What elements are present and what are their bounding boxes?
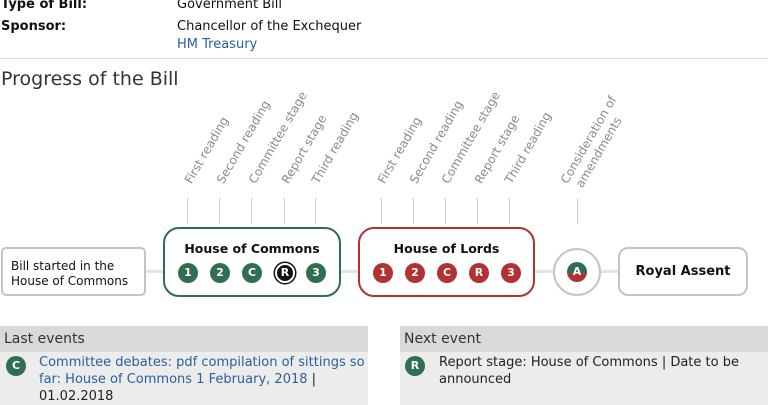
- type-of-bill-label: Type of Bill:: [1, 0, 88, 12]
- house-of-commons-title: House of Commons: [184, 241, 320, 256]
- tick: [509, 198, 510, 224]
- sponsor-label: Sponsor:: [1, 19, 67, 34]
- bill-started-box: Bill started in the House of Commons: [1, 247, 146, 296]
- consideration-of-amendments-box: A: [553, 248, 601, 296]
- next-event-panel: R Report stage: House of Commons | Date …: [400, 352, 768, 405]
- connector: [146, 270, 164, 273]
- tick: [251, 198, 252, 224]
- tick: [445, 198, 446, 224]
- tick: [413, 198, 414, 224]
- tick: [315, 198, 316, 224]
- commons-third-reading-stage[interactable]: 3: [306, 263, 326, 283]
- last-event-separator: |: [311, 372, 317, 387]
- house-of-lords-box: House of Lords 1 2 C R 3: [358, 227, 535, 297]
- lords-committee-stage-heading: Committee stage: [438, 89, 503, 186]
- connector: [341, 270, 359, 273]
- sponsor-value: Chancellor of the Exchequer: [177, 19, 362, 34]
- commons-committee-stage-heading: Committee stage: [245, 89, 310, 186]
- progress-title: Progress of the Bill: [1, 68, 179, 90]
- tick: [187, 198, 188, 224]
- tick: [381, 198, 382, 224]
- lords-second-reading-stage[interactable]: 2: [405, 263, 425, 283]
- connector: [600, 270, 619, 273]
- lords-first-reading-stage[interactable]: 1: [373, 263, 393, 283]
- commons-first-reading-stage[interactable]: 1: [178, 263, 198, 283]
- details-divider: [0, 58, 768, 59]
- commons-committee-stage[interactable]: C: [242, 263, 262, 283]
- committee-stage-icon: C: [6, 356, 26, 376]
- house-of-lords-title: House of Lords: [393, 241, 500, 256]
- royal-assent-box: Royal Assent: [618, 247, 748, 296]
- last-event-date: 01.02.2018: [39, 389, 114, 404]
- hm-treasury-link[interactable]: HM Treasury: [177, 37, 257, 52]
- bill-started-line2: House of Commons: [11, 274, 129, 288]
- last-events-panel: C Committee debates: pdf compilation of …: [0, 352, 368, 405]
- tick: [577, 198, 578, 224]
- commons-second-reading-stage[interactable]: 2: [210, 263, 230, 283]
- report-stage-icon: R: [405, 356, 425, 376]
- consideration-of-amendments-stage[interactable]: A: [567, 262, 587, 282]
- connector: [535, 270, 554, 273]
- lords-report-stage[interactable]: R: [469, 263, 489, 283]
- tick: [219, 198, 220, 224]
- next-event-text: Report stage: House of Commons | Date to…: [439, 355, 739, 387]
- lords-committee-stage[interactable]: C: [437, 263, 457, 283]
- house-of-commons-box: House of Commons 1 2 C R 3: [163, 227, 341, 297]
- bill-started-line1: Bill started in the: [11, 259, 115, 273]
- lords-third-reading-stage[interactable]: 3: [501, 263, 521, 283]
- tick: [477, 198, 478, 224]
- type-of-bill-value: Government Bill: [177, 0, 282, 12]
- tick: [284, 198, 285, 224]
- last-event-text: Committee debates: pdf compilation of si…: [39, 354, 365, 405]
- last-events-heading: Last events: [0, 326, 368, 352]
- commons-report-stage-current[interactable]: R: [275, 263, 295, 283]
- next-event-heading: Next event: [400, 326, 768, 352]
